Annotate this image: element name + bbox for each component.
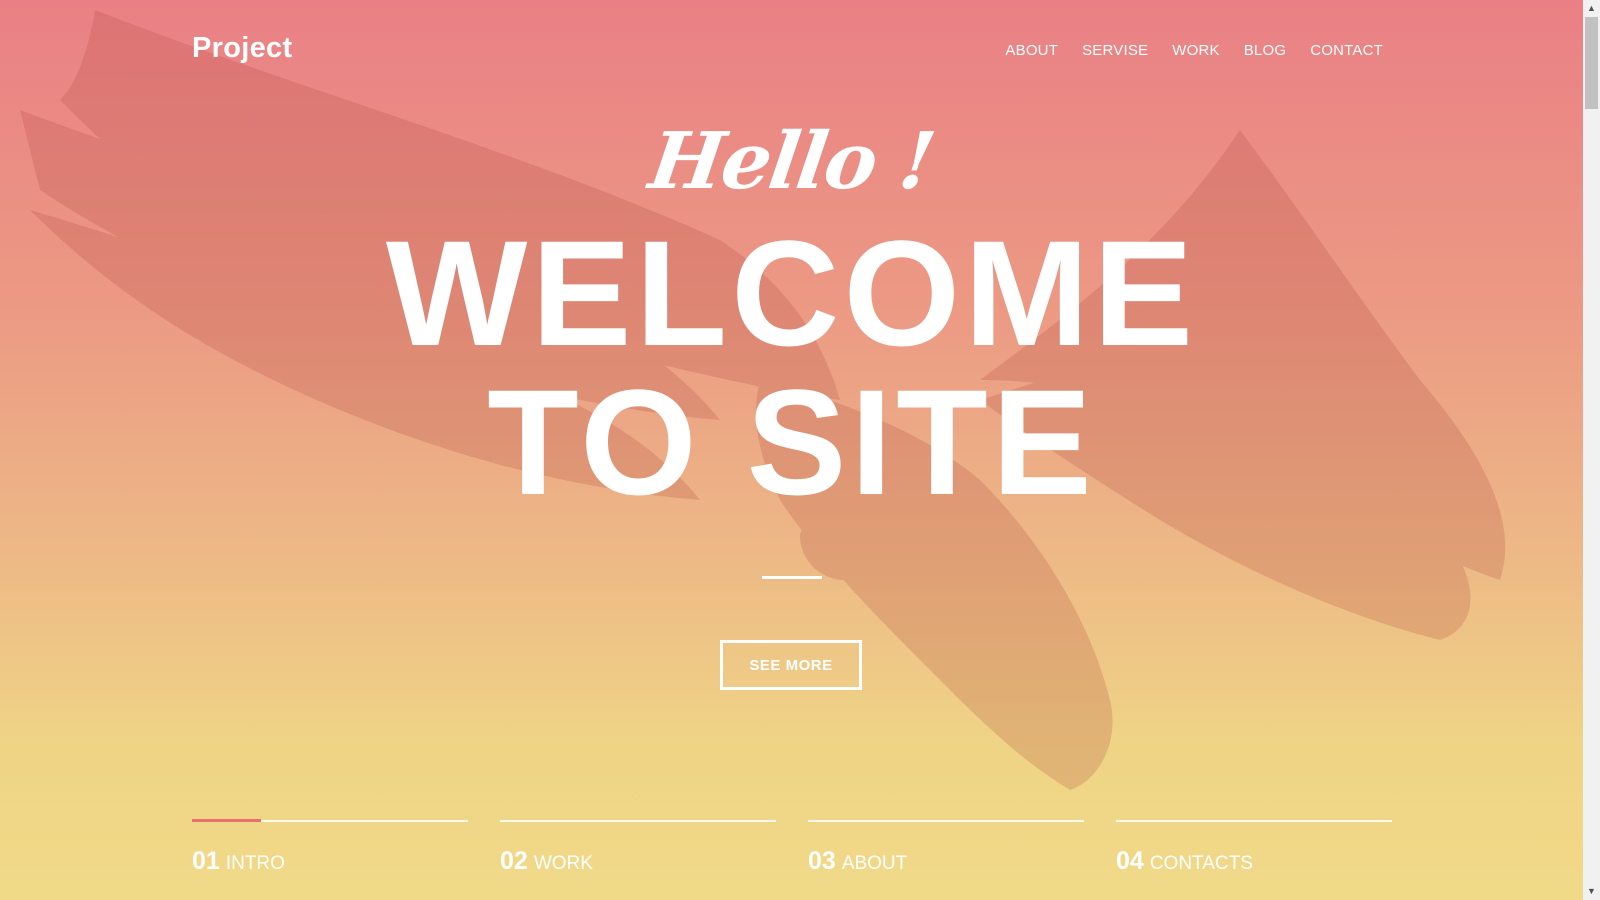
step-progress-bar [808, 820, 1084, 822]
step-progress-bar [192, 819, 468, 822]
step-progress-fill [192, 819, 261, 822]
nav-servise[interactable]: SERVISE [1082, 42, 1148, 59]
step-about[interactable]: 03 ABOUT [808, 820, 1084, 900]
step-number: 04 [1116, 847, 1144, 875]
step-number: 02 [500, 847, 528, 875]
step-label: 01 INTRO [192, 847, 285, 876]
hero-headline-line1: WELCOME [385, 209, 1198, 377]
step-intro[interactable]: 01 INTRO [192, 819, 468, 900]
step-name: CONTACTS [1149, 853, 1253, 874]
vertical-scrollbar[interactable]: ▲ ▼ [1583, 0, 1600, 900]
step-work[interactable]: 02 WORK [500, 820, 776, 900]
nav-blog[interactable]: BLOG [1244, 42, 1286, 59]
scroll-down-arrow-icon[interactable]: ▼ [1583, 883, 1600, 900]
see-more-button[interactable]: SEE MORE [720, 640, 862, 690]
nav-about[interactable]: ABOUT [1005, 42, 1058, 59]
scroll-up-arrow-icon[interactable]: ▲ [1583, 0, 1600, 17]
hero-headline-line2: TO SITE [487, 358, 1096, 526]
hero-divider [762, 576, 822, 579]
hero-greeting: Hello ! [644, 116, 939, 207]
step-contacts[interactable]: 04 CONTACTS [1116, 820, 1392, 900]
step-label: 02 WORK [500, 847, 593, 876]
scrollbar-thumb[interactable] [1585, 17, 1598, 109]
step-number: 03 [808, 847, 836, 875]
nav-contact[interactable]: CONTACT [1310, 42, 1383, 59]
main-nav: ABOUT SERVISE WORK BLOG CONTACT [981, 42, 1383, 59]
site-header: Project ABOUT SERVISE WORK BLOG CONTACT [0, 0, 1583, 104]
step-progress-bar [1116, 820, 1392, 822]
section-steps: 01 INTRO 02 WORK 03 ABOUT 04 CONTACTS [192, 819, 1392, 900]
step-name: ABOUT [841, 853, 908, 874]
nav-work[interactable]: WORK [1172, 42, 1219, 59]
step-label: 04 CONTACTS [1116, 847, 1253, 876]
site-logo[interactable]: Project [192, 32, 292, 65]
hero-section: Project ABOUT SERVISE WORK BLOG CONTACT … [0, 0, 1583, 900]
step-label: 03 ABOUT [808, 847, 907, 876]
step-name: WORK [533, 853, 593, 874]
step-progress-bar [500, 820, 776, 822]
step-name: INTRO [225, 853, 285, 874]
step-number: 01 [192, 847, 220, 875]
